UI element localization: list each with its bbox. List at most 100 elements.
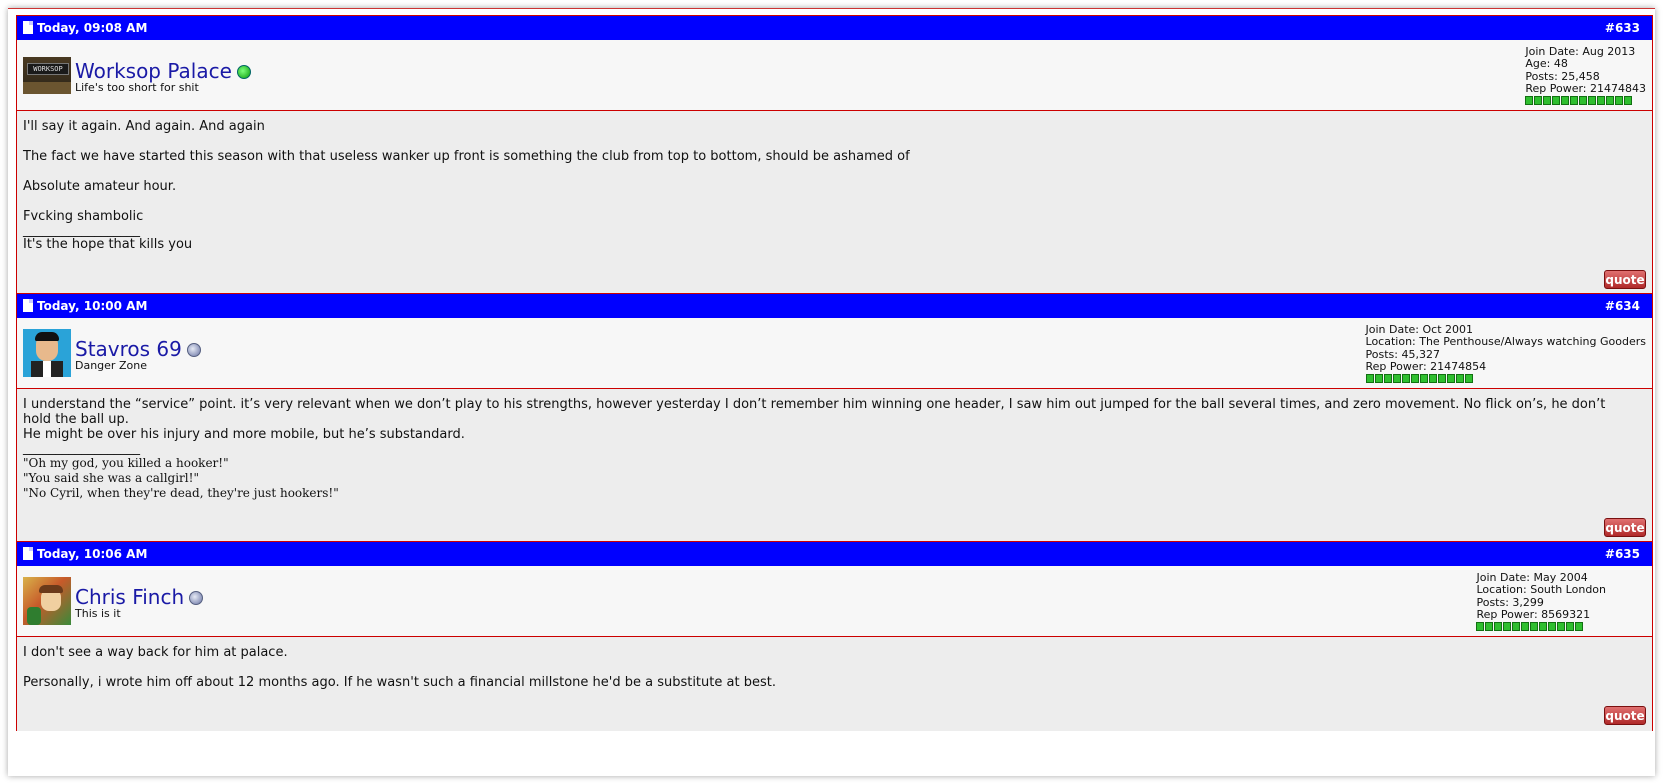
quote-button[interactable]: quote [1604, 706, 1646, 725]
rep-pip [1575, 622, 1584, 632]
online-status-icon [236, 65, 251, 79]
rep-pip [1419, 374, 1428, 384]
offline-status-icon [189, 591, 204, 605]
post-header: Today, 10:00 AM #634 [17, 294, 1652, 318]
post-text: I'll say it again. And again. And again [23, 119, 265, 134]
post-633: Today, 09:08 AM #633 WORKSOP Worksop Pal… [16, 15, 1653, 295]
user-info: WORKSOP Worksop Palace Life's too short … [17, 40, 1652, 111]
post-text: The fact we have started this season wit… [23, 149, 910, 164]
rep-pip [1446, 374, 1455, 384]
user-title: Danger Zone [75, 359, 147, 372]
post-text: I don't see a way back for him at palace… [23, 645, 288, 660]
username: Chris Finch [75, 585, 185, 609]
rep-pip [1534, 96, 1543, 106]
rep-pip [1410, 374, 1419, 384]
user-info: Chris Finch This is it Join Date: May 20… [17, 566, 1652, 637]
post-635: Today, 10:06 AM #635 Chris Finch This is… [16, 541, 1653, 731]
user-stats: Join Date: Oct 2001 Location: The Pentho… [1365, 323, 1646, 384]
location: Location: The Penthouse/Always watching … [1365, 335, 1646, 349]
username-link[interactable]: Chris Finch [75, 585, 204, 609]
rep-pip [1597, 96, 1606, 106]
age: Age: 48 [1525, 57, 1568, 71]
rep-pip [1561, 96, 1570, 106]
offline-status-icon [186, 343, 201, 357]
rep-pip [1525, 96, 1534, 106]
quote-button[interactable]: quote [1604, 270, 1646, 289]
signature-text: "No Cyril, when they're dead, they're ju… [23, 486, 339, 500]
post-date: Today, 10:00 AM [37, 299, 148, 313]
user-stats: Join Date: May 2004 Location: South Lond… [1476, 571, 1606, 632]
rep-pip [1512, 622, 1521, 632]
signature-text: "Oh my god, you killed a hooker!" [23, 456, 229, 470]
post-date: Today, 09:08 AM [37, 21, 148, 35]
post-body: I don't see a way back for him at palace… [17, 637, 1652, 731]
rep-pip [1392, 374, 1401, 384]
username: Stavros 69 [75, 337, 182, 361]
reputation-bar[interactable] [1525, 96, 1646, 106]
rep-pip [1570, 96, 1579, 106]
rep-pip [1539, 622, 1548, 632]
rep-power: Rep Power: 8569321 [1476, 607, 1591, 621]
rep-pip [1365, 374, 1374, 384]
rep-power: Rep Power: 21474843 [1525, 81, 1646, 95]
user-title: This is it [75, 607, 121, 620]
rep-pip [1588, 96, 1597, 106]
post-body: I'll say it again. And again. And again … [17, 111, 1652, 295]
rep-pip [1606, 96, 1615, 106]
rep-pip [1503, 622, 1512, 632]
location: Location: South London [1476, 583, 1606, 597]
post-text: Personally, i wrote him off about 12 mon… [23, 675, 776, 690]
post-text: He might be over his injury and more mob… [23, 427, 465, 442]
user-title: Life's too short for shit [75, 81, 199, 94]
user-info: Stavros 69 Danger Zone Join Date: Oct 20… [17, 318, 1652, 389]
avatar[interactable]: WORKSOP [23, 57, 71, 94]
rep-pip [1566, 622, 1575, 632]
rep-pip [1437, 374, 1446, 384]
rep-pip [1428, 374, 1437, 384]
post-header: Today, 09:08 AM #633 [17, 16, 1652, 40]
document-icon [23, 547, 33, 560]
avatar-sign: WORKSOP [27, 63, 69, 75]
post-number-link[interactable]: #634 [1605, 299, 1640, 313]
post-text: Absolute amateur hour. [23, 179, 177, 194]
signature-divider: __________________ [23, 223, 140, 238]
avatar[interactable] [23, 577, 71, 625]
post-header: Today, 10:06 AM #635 [17, 542, 1652, 566]
rep-pip [1401, 374, 1410, 384]
avatar[interactable] [23, 329, 71, 377]
post-text: I understand the “service” point. it’s v… [23, 397, 1606, 427]
user-stats: Join Date: Aug 2013 Age: 48 Posts: 25,45… [1525, 45, 1646, 106]
post-text: Fvcking shambolic [23, 209, 144, 224]
post-number-link[interactable]: #633 [1605, 21, 1640, 35]
signature-text: It's the hope that kills you [23, 237, 193, 252]
rep-power: Rep Power: 21474854 [1365, 359, 1487, 373]
rep-pip [1494, 622, 1503, 632]
rep-pip [1557, 622, 1566, 632]
rep-pip [1552, 96, 1561, 106]
rep-pip [1476, 622, 1485, 632]
rep-pip [1485, 622, 1494, 632]
rep-pip [1521, 622, 1530, 632]
rep-pip [1548, 622, 1557, 632]
reputation-bar[interactable] [1476, 622, 1606, 632]
rep-pip [1579, 96, 1588, 106]
rep-pip [1455, 374, 1464, 384]
username-link[interactable]: Stavros 69 [75, 337, 201, 361]
rep-pip [1543, 96, 1552, 106]
rep-pip [1530, 622, 1539, 632]
username-link[interactable]: Worksop Palace [75, 59, 251, 83]
document-icon [23, 299, 33, 312]
document-icon [23, 21, 33, 34]
post-634: Today, 10:00 AM #634 Stavros 69 Danger Z… [16, 293, 1653, 543]
quote-button[interactable]: quote [1604, 518, 1646, 537]
rep-pip [1615, 96, 1624, 106]
rep-pip [1624, 96, 1633, 106]
signature-divider: __________________ [23, 441, 140, 456]
rep-pip [1464, 374, 1473, 384]
thread-container: Today, 09:08 AM #633 WORKSOP Worksop Pal… [8, 8, 1655, 776]
post-number-link[interactable]: #635 [1605, 547, 1640, 561]
username: Worksop Palace [75, 59, 232, 83]
rep-pip [1383, 374, 1392, 384]
reputation-bar[interactable] [1365, 374, 1646, 384]
post-date: Today, 10:06 AM [37, 547, 148, 561]
